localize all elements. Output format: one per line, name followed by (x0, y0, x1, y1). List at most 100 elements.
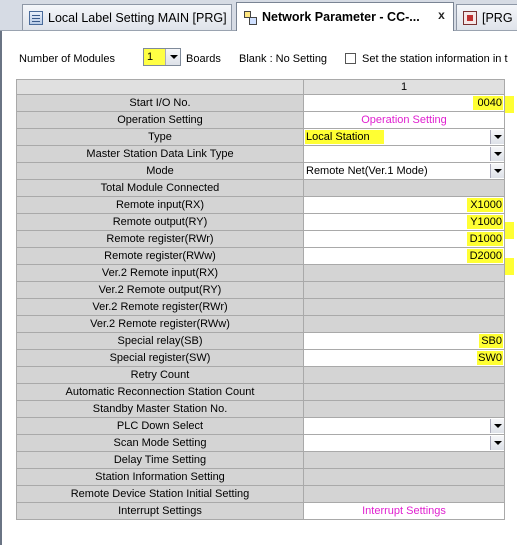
tab-program[interactable]: [PRG (456, 4, 517, 30)
operation-setting-button[interactable]: Operation Setting (303, 111, 505, 129)
station-info-checkbox[interactable] (345, 53, 356, 64)
chevron-down-icon[interactable] (490, 164, 504, 178)
table-row: Ver.2 Remote register(RWw) (16, 315, 505, 333)
boards-label: Boards (186, 53, 221, 65)
remote-output-value: Y1000 (467, 215, 503, 229)
left-border (0, 91, 2, 545)
plc-down-select[interactable] (303, 417, 505, 435)
delay-time-field (303, 451, 505, 469)
type-value: Local Station (305, 130, 384, 144)
table-row: Ver.2 Remote register(RWr) (16, 298, 505, 316)
type-select[interactable]: Local Station (303, 128, 505, 146)
table-row: Remote input(RX) X1000 (16, 196, 505, 214)
remote-output-field[interactable]: Y1000 (303, 213, 505, 231)
table-row: Operation Setting Operation Setting (16, 111, 505, 129)
chevron-down-icon[interactable] (490, 130, 504, 144)
network-parameter-grid: 1 Start I/O No. 0040 Operation Setting O… (16, 79, 505, 520)
table-row: Type Local Station (16, 128, 505, 146)
ver2-remote-register-rww-field (303, 315, 505, 333)
row-label: Ver.2 Remote register(RWw) (16, 315, 304, 333)
row-label: Ver.2 Remote input(RX) (16, 264, 304, 282)
table-row: Remote register(RWr) D1000 (16, 230, 505, 248)
chevron-down-icon[interactable] (490, 147, 504, 161)
table-row: Station Information Setting (16, 468, 505, 486)
row-label: Type (16, 128, 304, 146)
column-header-1: 1 (303, 79, 505, 95)
remote-input-value: X1000 (467, 198, 503, 212)
row-label: Operation Setting (16, 111, 304, 129)
master-data-link-type-select[interactable] (303, 145, 505, 163)
row-label: Special relay(SB) (16, 332, 304, 350)
table-row: Scan Mode Setting (16, 434, 505, 452)
row-label: Standby Master Station No. (16, 400, 304, 418)
modules-count-select[interactable]: 1 (143, 48, 181, 66)
remote-register-rwr-field[interactable]: D1000 (303, 230, 505, 248)
row-label: PLC Down Select (16, 417, 304, 435)
special-relay-field[interactable]: SB0 (303, 332, 505, 350)
interrupt-settings-button[interactable]: Interrupt Settings (303, 502, 505, 520)
chevron-down-icon[interactable] (490, 419, 504, 433)
table-row: Mode Remote Net(Ver.1 Mode) (16, 162, 505, 180)
row-label: Remote output(RY) (16, 213, 304, 231)
tab-label: Local Label Setting MAIN [PRG] (48, 10, 227, 25)
ver2-remote-output-field (303, 281, 505, 299)
chevron-down-icon[interactable] (165, 49, 180, 65)
tab-label: Network Parameter - CC-... (262, 10, 420, 24)
station-info-label: Set the station information in t (362, 53, 508, 65)
table-row: Ver.2 Remote input(RX) (16, 264, 505, 282)
tab-network-parameter[interactable]: Network Parameter - CC-... x (236, 2, 454, 31)
remote-register-rww-value: D2000 (467, 249, 503, 263)
chevron-down-icon[interactable] (490, 436, 504, 450)
ver2-remote-register-rwr-field (303, 298, 505, 316)
close-icon[interactable]: x (434, 8, 449, 23)
table-row: Interrupt Settings Interrupt Settings (16, 502, 505, 520)
row-label: Ver.2 Remote register(RWr) (16, 298, 304, 316)
scan-mode-select[interactable] (303, 434, 505, 452)
tab-local-label-setting[interactable]: Local Label Setting MAIN [PRG] (22, 4, 232, 30)
retry-count-field (303, 366, 505, 384)
table-row: Special register(SW) SW0 (16, 349, 505, 367)
table-row: Master Station Data Link Type (16, 145, 505, 163)
highlight-mark (505, 222, 514, 239)
row-label: Ver.2 Remote output(RY) (16, 281, 304, 299)
remote-device-initial-field (303, 485, 505, 503)
start-io-field[interactable]: 0040 (303, 94, 505, 112)
special-register-field[interactable]: SW0 (303, 349, 505, 367)
master-data-link-type-value (305, 147, 307, 161)
row-label: Scan Mode Setting (16, 434, 304, 452)
row-label: Remote Device Station Initial Setting (16, 485, 304, 503)
mode-select[interactable]: Remote Net(Ver.1 Mode) (303, 162, 505, 180)
ver2-remote-input-field (303, 264, 505, 282)
standby-master-station-field (303, 400, 505, 418)
table-row: Ver.2 Remote output(RY) (16, 281, 505, 299)
table-row: Retry Count (16, 366, 505, 384)
total-module-connected-field (303, 179, 505, 197)
modules-count-value: 1 (147, 51, 154, 63)
remote-input-field[interactable]: X1000 (303, 196, 505, 214)
start-io-value: 0040 (473, 96, 503, 110)
plc-down-select-value (305, 419, 307, 433)
row-label: Mode (16, 162, 304, 180)
table-row: Delay Time Setting (16, 451, 505, 469)
highlight-mark (505, 96, 514, 113)
row-label: Retry Count (16, 366, 304, 384)
table-row: Special relay(SB) SB0 (16, 332, 505, 350)
station-information-field (303, 468, 505, 486)
tab-label: [PRG (482, 10, 513, 25)
editor-tab-bar: Local Label Setting MAIN [PRG] Network P… (0, 0, 517, 31)
mode-value: Remote Net(Ver.1 Mode) (306, 165, 428, 177)
row-label: Interrupt Settings (16, 502, 304, 520)
table-row: Remote register(RWw) D2000 (16, 247, 505, 265)
table-row: Automatic Reconnection Station Count (16, 383, 505, 401)
row-label: Remote register(RWr) (16, 230, 304, 248)
highlight-mark (505, 258, 514, 275)
remote-register-rww-field[interactable]: D2000 (303, 247, 505, 265)
table-row: Remote output(RY) Y1000 (16, 213, 505, 231)
row-label: Remote input(RX) (16, 196, 304, 214)
label-sheet-icon (29, 10, 43, 25)
row-label: Remote register(RWw) (16, 247, 304, 265)
special-register-value: SW0 (477, 351, 503, 365)
blank-setting-note: Blank : No Setting (239, 53, 328, 65)
table-row: Start I/O No. 0040 (16, 94, 505, 112)
row-label: Automatic Reconnection Station Count (16, 383, 304, 401)
